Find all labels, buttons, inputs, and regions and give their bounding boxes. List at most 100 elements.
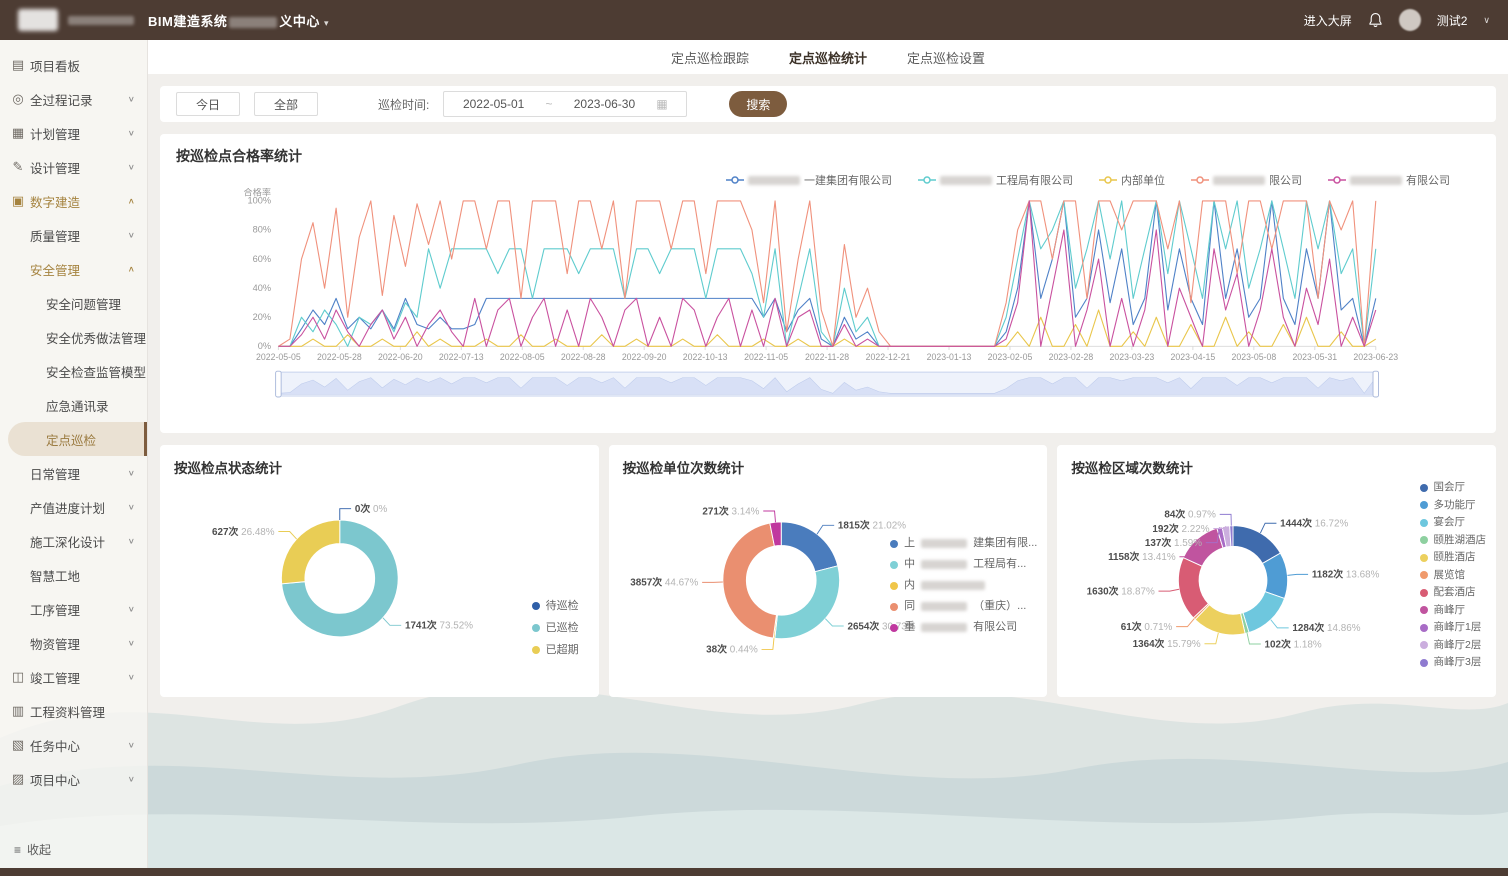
sidebar-item-1[interactable]: ◎全过程记录∨	[0, 82, 147, 116]
user-menu-chevron-icon[interactable]: ∨	[1483, 15, 1490, 26]
sidebar-item-13[interactable]: 产值进度计划∨	[0, 490, 147, 524]
donut-label: 1284次 14.86%	[1293, 621, 1361, 634]
donut-legend-item-2[interactable]: 已超期	[532, 639, 579, 661]
app-title[interactable]: BIM建造系统义中心 ▾	[148, 11, 329, 30]
legend-label: 宴会厅	[1434, 514, 1466, 532]
project-icon: ▨	[10, 771, 26, 787]
line-legend-item-4[interactable]: 有限公司	[1328, 172, 1450, 188]
donut-legend-item-4[interactable]: 重有限公司	[890, 617, 1037, 638]
sidebar-item-20[interactable]: ▧任务中心∨	[0, 728, 147, 762]
donut-legend-item-9[interactable]: 商峰厅2层	[1420, 637, 1487, 655]
line-legend-marker-icon	[1191, 175, 1209, 185]
sidebar-item-2[interactable]: ▦计划管理∨	[0, 116, 147, 150]
tab-1[interactable]: 定点巡检统计	[787, 48, 869, 67]
date-end-value[interactable]: 2023-06-30	[574, 97, 635, 111]
line-legend-item-0[interactable]: 一建集团有限公司	[726, 172, 892, 188]
donut-slice-3[interactable]	[723, 523, 777, 638]
donut-slice-0[interactable]	[781, 522, 838, 572]
datazoom-handle-left[interactable]	[276, 371, 282, 397]
status-donut-chart[interactable]: 0次 0%1741次 73.52%627次 26.48%	[174, 477, 585, 677]
pass-rate-line-chart[interactable]: 合格率0%20%40%60%80%100%2022-05-052022-05-2…	[176, 188, 1480, 420]
donut-legend-item-1[interactable]: 已巡检	[532, 617, 579, 639]
donut-legend-item-4[interactable]: 颐胜酒店	[1420, 549, 1487, 567]
sidebar-item-11[interactable]: 定点巡检	[8, 422, 147, 456]
sidebar-item-3[interactable]: ✎设计管理∨	[0, 150, 147, 184]
svg-text:2022-10-13: 2022-10-13	[683, 352, 728, 362]
sidebar-item-label: 工程资料管理	[30, 702, 105, 721]
today-button[interactable]: 今日	[176, 92, 240, 116]
username[interactable]: 测试2	[1437, 12, 1468, 29]
donut-label: 137次 1.59%	[1145, 536, 1202, 549]
sidebar-item-17[interactable]: 物资管理∨	[0, 626, 147, 660]
datazoom-handle-right[interactable]	[1373, 371, 1379, 397]
sidebar-item-8[interactable]: 安全优秀做法管理	[0, 320, 147, 354]
sidebar-item-4[interactable]: ▣数字建造∧	[0, 184, 147, 218]
donut-label-line	[761, 638, 773, 649]
donut-slice-1[interactable]	[774, 566, 839, 639]
donut-legend-item-2[interactable]: 内	[890, 575, 1037, 596]
sidebar-item-14[interactable]: 施工深化设计∨	[0, 524, 147, 558]
sidebar-item-9[interactable]: 安全检查监管模型	[0, 354, 147, 388]
donut-legend-item-0[interactable]: 国会厅	[1420, 479, 1487, 497]
donut-legend-item-3[interactable]: 同（重庆）...	[890, 596, 1037, 617]
legend-dot-icon	[532, 624, 540, 632]
donut-legend-item-8[interactable]: 商峰厅1层	[1420, 619, 1487, 637]
sidebar-item-15[interactable]: 智慧工地	[0, 558, 147, 592]
svg-text:2023-05-08: 2023-05-08	[1232, 352, 1277, 362]
sidebar-collapse-button[interactable]: ≡ 收起	[14, 841, 51, 858]
chevron-down-icon: ∨	[128, 537, 135, 546]
legend-dot-icon	[1420, 554, 1428, 562]
line-legend-item-2[interactable]: 内部单位	[1099, 172, 1165, 188]
svg-text:60%: 60%	[253, 254, 271, 264]
sidebar-item-0[interactable]: ▤项目看板	[0, 48, 147, 82]
sidebar-item-12[interactable]: 日常管理∨	[0, 456, 147, 490]
donut-legend-item-6[interactable]: 配套酒店	[1420, 584, 1487, 602]
donut-label: 61次 0.71%	[1121, 620, 1173, 633]
sidebar-item-label: 数字建造	[30, 192, 80, 211]
donut-legend-item-2[interactable]: 宴会厅	[1420, 514, 1487, 532]
line-legend-label: 工程局有限公司	[996, 172, 1073, 188]
donut-legend-item-3[interactable]: 颐胜湖酒店	[1420, 532, 1487, 550]
areas-donut-legend: 国会厅多功能厅宴会厅颐胜湖酒店颐胜酒店展览馆配套酒店商峰厅商峰厅1层商峰厅2层商…	[1420, 479, 1487, 672]
bell-icon[interactable]	[1368, 12, 1383, 28]
chevron-up-icon: ∧	[128, 197, 135, 206]
donut-legend-item-5[interactable]: 展览馆	[1420, 567, 1487, 585]
donut-legend-item-0[interactable]: 待巡检	[532, 595, 579, 617]
donut-legend-item-7[interactable]: 商峰厅	[1420, 602, 1487, 620]
donut-legend-item-1[interactable]: 多功能厅	[1420, 497, 1487, 515]
plan-icon: ▦	[10, 125, 26, 141]
docs-icon: ▥	[10, 703, 26, 719]
task-icon: ▧	[10, 737, 26, 753]
line-legend-item-3[interactable]: 限公司	[1191, 172, 1302, 188]
date-start-value[interactable]: 2022-05-01	[463, 97, 524, 111]
all-button[interactable]: 全部	[254, 92, 318, 116]
sidebar-item-label: 任务中心	[30, 736, 80, 755]
svg-text:2022-08-05: 2022-08-05	[500, 352, 545, 362]
sidebar-item-21[interactable]: ▨项目中心∨	[0, 762, 147, 796]
donut-slice-2[interactable]	[281, 520, 339, 584]
sidebar-item-18[interactable]: ◫竣工管理∨	[0, 660, 147, 694]
donut-slice-2[interactable]	[1243, 592, 1285, 633]
sidebar-item-7[interactable]: 安全问题管理	[0, 286, 147, 320]
sidebar-item-16[interactable]: 工序管理∨	[0, 592, 147, 626]
sidebar-item-10[interactable]: 应急通讯录	[0, 388, 147, 422]
date-range-picker[interactable]: 2022-05-01 ~ 2023-06-30 ▦	[443, 91, 687, 117]
avatar[interactable]	[1399, 9, 1421, 31]
datazoom-slider[interactable]	[276, 371, 1379, 397]
tab-bar: 定点巡检跟踪 定点巡检统计 定点巡检设置	[148, 40, 1508, 74]
tab-2[interactable]: 定点巡检设置	[905, 48, 987, 67]
sidebar-item-6[interactable]: 安全管理∧	[0, 252, 147, 286]
svg-text:2022-05-05: 2022-05-05	[256, 352, 301, 362]
tab-0[interactable]: 定点巡检跟踪	[669, 48, 751, 67]
donut-legend-item-10[interactable]: 商峰厅3层	[1420, 654, 1487, 672]
search-button[interactable]: 搜索	[729, 91, 787, 117]
sidebar-item-5[interactable]: 质量管理∨	[0, 218, 147, 252]
line-legend-marker-icon	[726, 175, 744, 185]
sidebar-item-19[interactable]: ▥工程资料管理	[0, 694, 147, 728]
enter-big-screen-link[interactable]: 进入大屏	[1304, 12, 1352, 29]
donut-legend-item-1[interactable]: 中工程局有...	[890, 554, 1037, 575]
line-legend-item-1[interactable]: 工程局有限公司	[918, 172, 1073, 188]
sidebar-item-label: 安全检查监管模型	[46, 362, 146, 381]
donut-legend-item-0[interactable]: 上建集团有限...	[890, 533, 1037, 554]
donut-label: 1182次 13.68%	[1312, 568, 1380, 581]
